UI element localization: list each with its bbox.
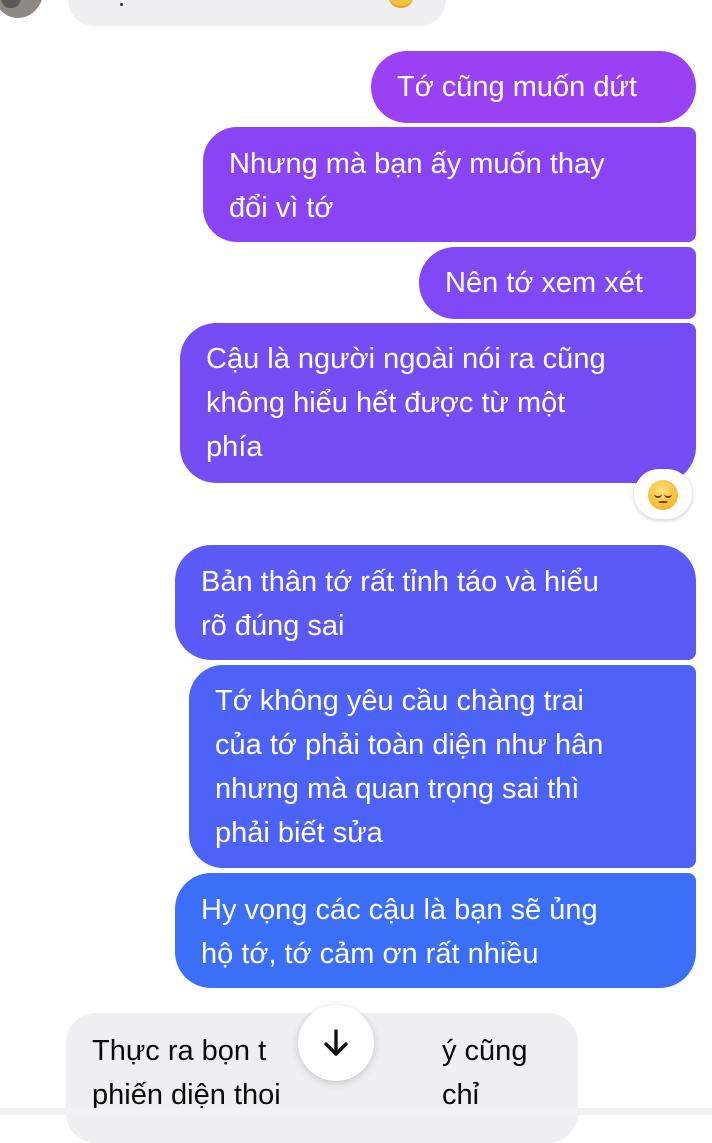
outgoing-message-3[interactable]: Nên tớ xem xét bbox=[419, 247, 696, 319]
composer-edge bbox=[0, 1108, 712, 1115]
arrow-down-icon bbox=[324, 1029, 348, 1056]
message-line: nhưng mà quan trọng sai thì bbox=[215, 773, 580, 805]
previous-incoming-message[interactable] bbox=[68, 0, 446, 26]
message-line: Nên tớ xem xét bbox=[445, 267, 643, 299]
incoming-line-1-left: Thực ra bọn t bbox=[92, 1035, 267, 1067]
outgoing-message-4[interactable]: Cậu là người ngoài nói ra cũng không hiể… bbox=[180, 323, 696, 483]
message-line: Bản thân tớ rất tỉnh táo và hiểu bbox=[201, 566, 599, 598]
message-line: Cậu là người ngoài nói ra cũng bbox=[206, 343, 606, 375]
message-line: Tớ cũng muốn dứt bbox=[397, 71, 637, 103]
message-line: rõ đúng sai bbox=[201, 610, 345, 642]
previous-message-emoji-icon bbox=[388, 0, 414, 8]
contact-avatar[interactable] bbox=[0, 0, 44, 18]
message-line: Tớ không yêu cầu chàng trai bbox=[215, 685, 584, 717]
message-line: Nhưng mà bạn ấy muốn thay bbox=[229, 148, 605, 180]
message-line: đổi vì tớ bbox=[229, 192, 334, 224]
message-reaction[interactable] bbox=[634, 469, 692, 519]
message-line: phải biết sửa bbox=[215, 817, 383, 849]
outgoing-message-5[interactable]: Bản thân tớ rất tỉnh táo và hiểu rõ đúng… bbox=[175, 545, 696, 660]
outgoing-message-7[interactable]: Hy vọng các cậu là bạn sẽ ủng hộ tớ, tớ … bbox=[175, 873, 696, 988]
outgoing-message-2[interactable]: Nhưng mà bạn ấy muốn thay đổi vì tớ bbox=[203, 127, 696, 242]
pensive-face-icon bbox=[648, 480, 678, 510]
scroll-to-bottom-button[interactable] bbox=[298, 1005, 374, 1081]
outgoing-message-1[interactable]: Tớ cũng muốn dứt bbox=[371, 51, 696, 123]
previous-message-text-fragment bbox=[120, 3, 123, 6]
outgoing-message-6[interactable]: Tớ không yêu cầu chàng trai của tớ phải … bbox=[189, 665, 696, 868]
message-line: phía bbox=[206, 431, 263, 463]
message-line: không hiểu hết được từ một bbox=[206, 387, 566, 419]
message-line: Hy vọng các cậu là bạn sẽ ủng bbox=[201, 894, 598, 926]
message-line: của tớ phải toàn diện như hân bbox=[215, 729, 604, 761]
message-line: hộ tớ, tớ cảm ơn rất nhiều bbox=[201, 938, 539, 970]
incoming-line-1-right: ý cũng chỉ bbox=[442, 1035, 528, 1111]
